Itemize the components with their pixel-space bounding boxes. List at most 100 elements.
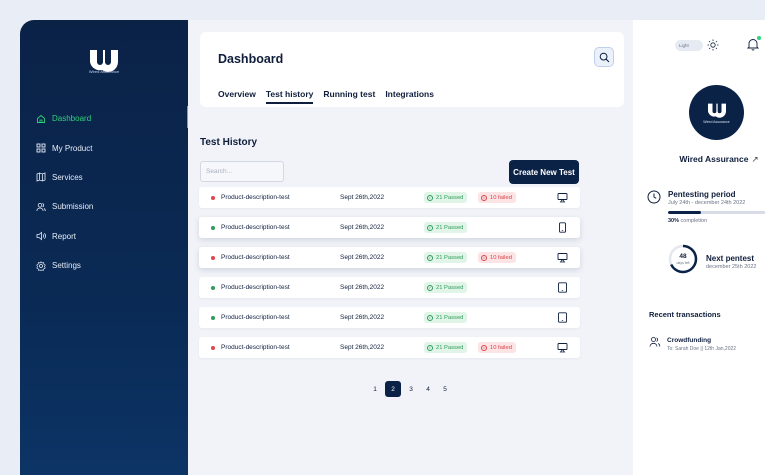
sidebar-item-dashboard[interactable]: Dashboard xyxy=(20,104,190,133)
sidebar-item-label: Services xyxy=(52,172,83,182)
status-dot xyxy=(211,195,215,200)
passed-count: 21 Passed xyxy=(436,254,464,261)
sidebar-item-label: Report xyxy=(52,231,77,241)
monitor-icon[interactable] xyxy=(557,252,568,263)
sidebar-item-services[interactable]: Services xyxy=(20,163,188,192)
passed-badge: ✓ 21 Passed xyxy=(424,192,468,203)
page-title: Dashboard xyxy=(218,52,284,66)
test-name: Product-description-test xyxy=(221,194,290,201)
users-icon xyxy=(36,202,46,212)
check-icon: ✓ xyxy=(427,254,433,261)
org-name[interactable]: Wired Assurance ↗ xyxy=(633,154,765,165)
tab-test-history[interactable]: Test history xyxy=(265,89,313,104)
section-title: Test History xyxy=(200,137,258,148)
header-card: Dashboard Overview Test history Running … xyxy=(200,32,624,107)
pagination: 12345 xyxy=(368,381,455,397)
clock-icon xyxy=(647,190,661,204)
completion-progress-bar xyxy=(668,211,765,214)
create-new-test-button[interactable]: Create New Test xyxy=(509,160,579,184)
table-row[interactable]: Product-description-test Sept 26th,2022 ✓ 2… xyxy=(199,247,580,268)
passed-badge: ✓ 21 Passed xyxy=(424,342,468,353)
page-5-button[interactable]: 5 xyxy=(438,381,452,397)
map-icon xyxy=(36,172,46,183)
table-row[interactable]: Product-description-test Sept 26th,2022 ✓ 2… xyxy=(199,277,580,298)
test-date: Sept 26th,2022 xyxy=(340,254,385,261)
org-avatar: Wired Assurance xyxy=(689,85,744,140)
transaction-subtitle: To: Sarah Doe || 12th Jan,2022 xyxy=(667,346,737,352)
brand-logo-icon xyxy=(707,103,726,118)
external-link-icon: ↗ xyxy=(751,154,759,164)
tab-integrations[interactable]: Integrations xyxy=(385,89,434,99)
test-name: Product-description-test xyxy=(221,254,290,261)
passed-count: 21 Passed xyxy=(436,344,464,351)
tab-running-test[interactable]: Running test xyxy=(323,89,375,99)
status-dot xyxy=(211,345,215,350)
tablet-icon[interactable] xyxy=(557,312,568,323)
monitor-icon[interactable] xyxy=(557,342,568,353)
main-content: Dashboard Overview Test history Running … xyxy=(188,20,633,475)
passed-badge: ✓ 21 Passed xyxy=(424,252,468,263)
failed-count: 10 failed xyxy=(490,194,512,201)
status-dot xyxy=(211,225,215,230)
completion-value: 30% xyxy=(668,218,680,224)
grid-icon xyxy=(36,143,46,153)
check-icon: ✓ xyxy=(427,314,433,321)
tab-overview[interactable]: Overview xyxy=(218,89,256,99)
sidebar-item-label: Dashboard xyxy=(52,114,92,124)
sidebar-item-label: My Product xyxy=(52,143,93,153)
failed-badge: × 10 failed xyxy=(478,192,516,203)
mobile-icon[interactable] xyxy=(557,222,568,233)
page-1-button[interactable]: 1 xyxy=(368,381,382,397)
completion-progress-fill xyxy=(668,211,701,214)
table-row[interactable]: Product-description-test Sept 26th,2022 ✓ 2… xyxy=(199,187,580,208)
status-dot xyxy=(211,315,215,320)
failed-count: 10 failed xyxy=(490,254,512,261)
search-input[interactable] xyxy=(200,161,284,182)
page-2-button[interactable]: 2 xyxy=(385,381,401,397)
users-icon xyxy=(649,337,661,347)
right-panel: Light Wired Assurance Wired Assurance↗ xyxy=(633,20,765,475)
sidebar-item-label: Settings xyxy=(52,261,81,271)
avatar-caption: Wired Assurance xyxy=(703,120,730,124)
sidebar-item-my-product[interactable]: My Product xyxy=(20,133,188,162)
check-icon: ✓ xyxy=(427,344,433,351)
failed-count: 10 failed xyxy=(490,344,512,351)
next-pentest-date: december 25th 2022 xyxy=(706,264,757,270)
passed-count: 21 Passed xyxy=(436,284,464,291)
page-4-button[interactable]: 4 xyxy=(421,381,435,397)
app-frame: Wired Assurance Dashboard My Product Ser… xyxy=(20,20,765,475)
passed-badge: ✓ 21 Passed xyxy=(424,222,468,233)
monitor-icon[interactable] xyxy=(557,192,568,203)
test-name: Product-description-test xyxy=(221,314,290,321)
sidebar-nav: Dashboard My Product Services Submission xyxy=(20,104,190,280)
failed-badge: × 10 failed xyxy=(478,342,516,353)
sidebar: Wired Assurance Dashboard My Product Ser… xyxy=(20,20,190,475)
next-pentest-title: Next pentest xyxy=(706,254,755,263)
page-3-button[interactable]: 3 xyxy=(404,381,418,397)
org-name-label: Wired Assurance xyxy=(679,154,749,164)
check-icon: ✓ xyxy=(427,284,433,291)
header-tabs: Overview Test history Running test Integ… xyxy=(218,89,444,104)
header-search-button[interactable] xyxy=(594,47,614,67)
test-name: Product-description-test xyxy=(221,284,290,291)
table-row[interactable]: Product-description-test Sept 26th,2022 ✓ 2… xyxy=(199,307,580,328)
search-icon xyxy=(599,52,609,62)
status-dot xyxy=(211,255,215,260)
test-date: Sept 26th,2022 xyxy=(340,344,385,351)
theme-label: Light xyxy=(679,43,689,48)
sidebar-item-settings[interactable]: Settings xyxy=(20,251,188,280)
table-row[interactable]: Product-description-test Sept 26th,2022 ✓ 2… xyxy=(199,217,580,238)
transaction-title[interactable]: Crowdfunding xyxy=(667,337,711,344)
passed-count: 21 Passed xyxy=(436,194,464,201)
sun-icon[interactable] xyxy=(707,39,719,51)
gear-icon xyxy=(36,260,46,271)
check-icon: ✓ xyxy=(427,224,433,231)
theme-toggle[interactable]: Light xyxy=(675,40,703,51)
days-left-number: 48 xyxy=(679,253,687,260)
table-row[interactable]: Product-description-test Sept 26th,2022 ✓ 2… xyxy=(199,337,580,358)
tablet-icon[interactable] xyxy=(557,282,568,293)
passed-badge: ✓ 21 Passed xyxy=(424,282,468,293)
test-name: Product-description-test xyxy=(221,344,290,351)
sidebar-item-submission[interactable]: Submission xyxy=(20,192,188,221)
sidebar-item-report[interactable]: Report xyxy=(20,222,188,251)
